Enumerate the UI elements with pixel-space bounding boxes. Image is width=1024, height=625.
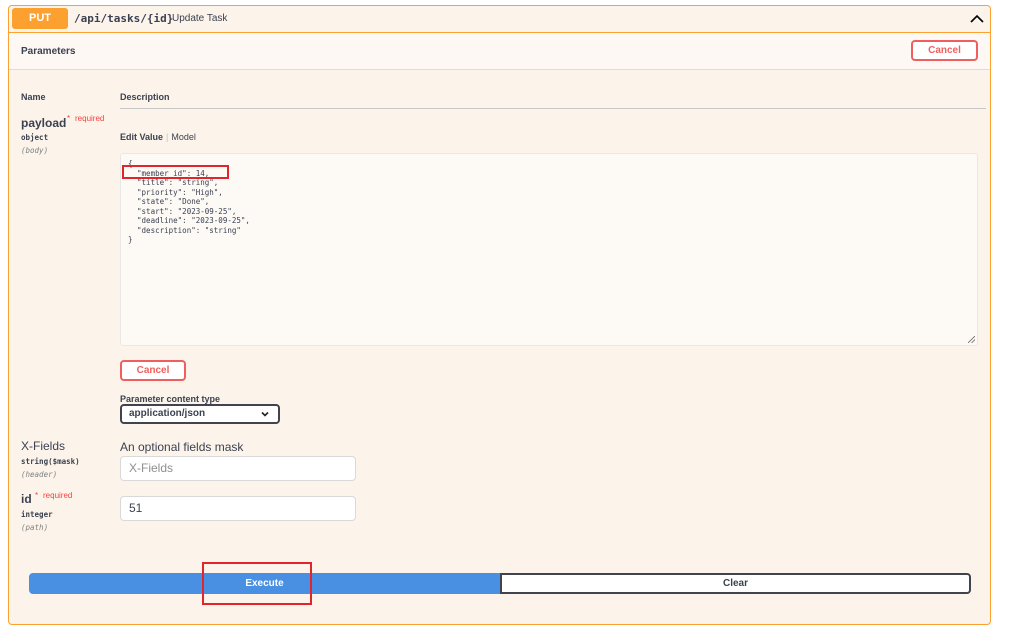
method-badge: PUT — [12, 8, 68, 29]
param-in-id: (path) — [21, 523, 49, 532]
param-type-payload: object — [21, 133, 49, 142]
tab-model[interactable]: Model — [171, 132, 196, 142]
param-type-id: integer — [21, 510, 53, 519]
param-in-payload: (body) — [21, 146, 49, 155]
operation-path: /api/tasks/{id} — [74, 12, 174, 25]
param-type-x-fields: string($mask) — [21, 457, 80, 466]
execute-button-row: Execute Clear — [29, 573, 971, 594]
content-type-label: Parameter content type — [120, 394, 221, 404]
content-type-select[interactable]: application/json — [120, 404, 280, 424]
content-type-value: application/json — [129, 408, 206, 419]
execute-highlight — [202, 562, 312, 605]
required-asterisk: * — [67, 114, 71, 123]
header-divider — [120, 108, 986, 109]
operation-summary[interactable]: PUT /api/tasks/{id} Update Task — [9, 6, 990, 33]
request-body-text[interactable]: { "member_id": 14, "title": "string", "p… — [128, 159, 977, 245]
required-asterisk: * — [35, 491, 39, 500]
request-body-editor[interactable]: { "member_id": 14, "title": "string", "p… — [120, 153, 978, 346]
chevron-down-icon — [261, 411, 269, 417]
tab-separator: | — [166, 132, 169, 142]
operation-summary-text: Update Task — [172, 13, 228, 24]
param-name-payload: payload — [21, 116, 67, 130]
parameters-title: Parameters — [21, 46, 76, 57]
clear-button[interactable]: Clear — [500, 573, 971, 594]
param-name-id: id — [21, 492, 32, 506]
column-header-name: Name — [21, 92, 46, 102]
id-input[interactable]: 51 — [120, 496, 356, 521]
body-cancel-button[interactable]: Cancel — [120, 360, 186, 381]
chevron-up-icon[interactable] — [968, 10, 986, 28]
put-operation-block: PUT /api/tasks/{id} Update Task Paramete… — [8, 5, 991, 625]
required-label: required — [43, 491, 73, 500]
required-label: required — [75, 114, 105, 123]
param-in-x-fields: (header) — [21, 470, 58, 479]
resize-handle-icon[interactable] — [968, 336, 975, 343]
column-header-description: Description — [120, 92, 170, 102]
x-fields-description: An optional fields mask — [120, 440, 244, 454]
tab-edit-value[interactable]: Edit Value — [120, 132, 163, 142]
member-id-highlight — [122, 165, 229, 179]
body-tabs: Edit Value | Model — [120, 132, 196, 142]
try-out-cancel-button[interactable]: Cancel — [911, 40, 978, 61]
x-fields-input[interactable]: X-Fields — [120, 456, 356, 481]
parameters-header: Parameters Cancel — [9, 33, 990, 70]
param-name-x-fields: X-Fields — [21, 439, 66, 453]
